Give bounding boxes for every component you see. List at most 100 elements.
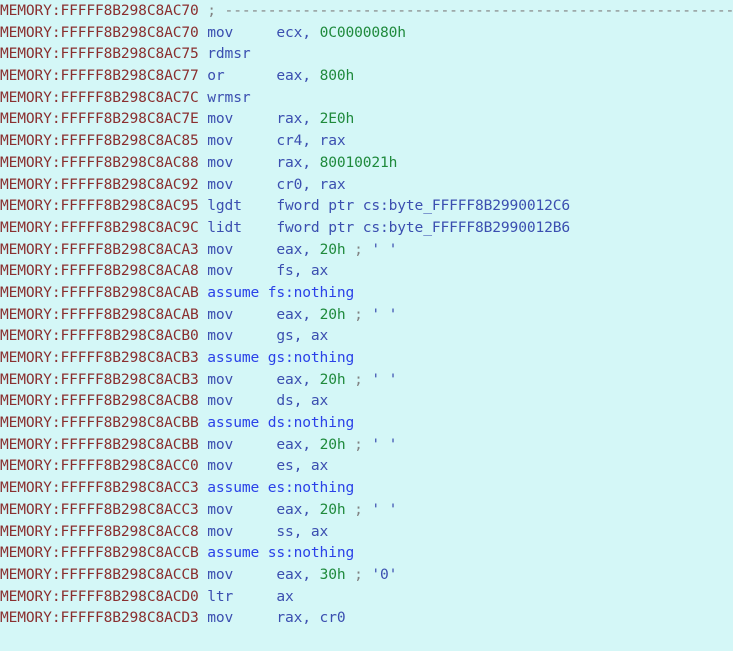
instruction-operands[interactable]: eax,	[276, 306, 319, 323]
line-address: MEMORY:FFFFF8B298C8ACC3	[0, 500, 208, 518]
instruction-operands[interactable]: eax,	[276, 436, 319, 453]
immediate-value[interactable]: 30h	[320, 566, 346, 583]
instruction-mnemonic[interactable]: mov	[207, 306, 276, 323]
disassembly-line[interactable]: MEMORY:FFFFF8B298C8ACBB mov eax, 20h ; '…	[0, 434, 733, 456]
instruction-mnemonic[interactable]: ltr	[207, 588, 276, 605]
disassembly-line[interactable]: MEMORY:FFFFF8B298C8ACC0 mov es, ax	[0, 455, 733, 477]
disassembly-line[interactable]: MEMORY:FFFFF8B298C8ACA8 mov fs, ax	[0, 260, 733, 282]
disassembly-line[interactable]: MEMORY:FFFFF8B298C8ACB3 assume gs:nothin…	[0, 347, 733, 369]
line-address: MEMORY:FFFFF8B298C8ACAB	[0, 305, 208, 323]
assume-directive: assume ds:nothing	[207, 414, 355, 432]
instruction-mnemonic[interactable]: mov	[207, 371, 276, 388]
instruction-mnemonic[interactable]: mov	[207, 436, 276, 453]
disassembly-line[interactable]: MEMORY:FFFFF8B298C8AC70 mov ecx, 0C00000…	[0, 22, 733, 44]
disassembly-line[interactable]: MEMORY:FFFFF8B298C8ACAB mov eax, 20h ; '…	[0, 304, 733, 326]
instruction-operands[interactable]: ds, ax	[276, 392, 328, 409]
instruction-mnemonic[interactable]: lgdt	[207, 197, 276, 214]
instruction-operands[interactable]: eax,	[276, 501, 319, 518]
instruction-operands[interactable]: rax, cr0	[276, 609, 345, 626]
instruction-operands[interactable]: es, ax	[276, 457, 328, 474]
inline-comment-marker: ;	[345, 565, 372, 583]
instruction-mnemonic[interactable]: mov	[207, 24, 276, 41]
disassembly-line[interactable]: MEMORY:FFFFF8B298C8AC7C wrmsr	[0, 87, 733, 109]
disassembly-line[interactable]: MEMORY:FFFFF8B298C8ACB8 mov ds, ax	[0, 390, 733, 412]
disassembly-line[interactable]: MEMORY:FFFFF8B298C8ACC8 mov ss, ax	[0, 521, 733, 543]
disassembly-line[interactable]: MEMORY:FFFFF8B298C8ACCB mov eax, 30h ; '…	[0, 564, 733, 586]
immediate-value[interactable]: 20h	[320, 306, 346, 323]
instruction-operands[interactable]: ax	[276, 588, 293, 605]
instruction-mnemonic[interactable]: mov	[207, 327, 276, 344]
disassembly-line[interactable]: MEMORY:FFFFF8B298C8ACCB assume ss:nothin…	[0, 542, 733, 564]
disassembly-line[interactable]: MEMORY:FFFFF8B298C8AC85 mov cr4, rax	[0, 130, 733, 152]
instruction-mnemonic[interactable]: or	[207, 67, 276, 84]
instruction-mnemonic[interactable]: mov	[207, 457, 276, 474]
instruction-operands[interactable]: eax,	[276, 371, 319, 388]
disassembly-line[interactable]: MEMORY:FFFFF8B298C8ACD3 mov rax, cr0	[0, 607, 733, 629]
disassembly-line[interactable]: MEMORY:FFFFF8B298C8ACC3 mov eax, 20h ; '…	[0, 499, 733, 521]
line-comment: ; --------------------------------------…	[207, 2, 733, 19]
disassembly-line[interactable]: MEMORY:FFFFF8B298C8ACD0 ltr ax	[0, 586, 733, 608]
inline-comment-char: ' '	[371, 305, 398, 323]
instruction-mnemonic[interactable]: mov	[207, 176, 276, 193]
line-address: MEMORY:FFFFF8B298C8ACAB	[0, 283, 208, 301]
immediate-value[interactable]: 20h	[320, 501, 346, 518]
instruction-mnemonic[interactable]: wrmsr	[207, 89, 276, 106]
instruction-mnemonic[interactable]: mov	[207, 132, 276, 149]
instruction-operands[interactable]: rax,	[276, 154, 319, 171]
instruction-mnemonic[interactable]: mov	[207, 566, 276, 583]
immediate-value[interactable]: 20h	[320, 436, 346, 453]
inline-comment-marker: ;	[345, 370, 372, 388]
line-address: MEMORY:FFFFF8B298C8AC85	[0, 132, 208, 150]
line-address: MEMORY:FFFFF8B298C8AC77	[0, 67, 208, 85]
disassembly-line[interactable]: MEMORY:FFFFF8B298C8AC9C lidt fword ptr c…	[0, 217, 733, 239]
immediate-value[interactable]: 2E0h	[320, 110, 355, 127]
instruction-operands[interactable]: rax,	[276, 110, 319, 127]
inline-comment-marker: ;	[345, 500, 372, 518]
instruction-operands[interactable]: cr4, rax	[276, 132, 345, 149]
instruction-operands[interactable]: eax,	[276, 566, 319, 583]
instruction-operands[interactable]: eax,	[276, 67, 319, 84]
line-address: MEMORY:FFFFF8B298C8AC92	[0, 175, 208, 193]
instruction-mnemonic[interactable]: mov	[207, 609, 276, 626]
instruction-operands[interactable]: fword ptr cs:byte_FFFFF8B2990012C6	[276, 197, 570, 214]
disassembly-line[interactable]: MEMORY:FFFFF8B298C8ACA3 mov eax, 20h ; '…	[0, 239, 733, 261]
instruction-operands[interactable]: gs, ax	[276, 327, 328, 344]
disassembly-line[interactable]: MEMORY:FFFFF8B298C8AC75 rdmsr	[0, 43, 733, 65]
disassembly-line[interactable]: MEMORY:FFFFF8B298C8AC70 ; --------------…	[0, 0, 733, 22]
immediate-value[interactable]: 0C0000080h	[320, 24, 407, 41]
line-address: MEMORY:FFFFF8B298C8AC95	[0, 197, 208, 215]
immediate-value[interactable]: 20h	[320, 371, 346, 388]
disassembly-line[interactable]: MEMORY:FFFFF8B298C8ACB0 mov gs, ax	[0, 325, 733, 347]
instruction-mnemonic[interactable]: mov	[207, 523, 276, 540]
instruction-operands[interactable]: ecx,	[276, 24, 319, 41]
immediate-value[interactable]: 800h	[320, 67, 355, 84]
immediate-value[interactable]: 20h	[320, 241, 346, 258]
disassembly-line[interactable]: MEMORY:FFFFF8B298C8AC7E mov rax, 2E0h	[0, 108, 733, 130]
line-address: MEMORY:FFFFF8B298C8AC70	[0, 23, 208, 41]
instruction-mnemonic[interactable]: mov	[207, 241, 276, 258]
instruction-mnemonic[interactable]: mov	[207, 392, 276, 409]
disassembly-listing[interactable]: MEMORY:FFFFF8B298C8AC70 ; --------------…	[0, 0, 733, 651]
disassembly-line[interactable]: MEMORY:FFFFF8B298C8AC92 mov cr0, rax	[0, 174, 733, 196]
instruction-mnemonic[interactable]: mov	[207, 501, 276, 518]
line-address: MEMORY:FFFFF8B298C8AC88	[0, 153, 208, 171]
disassembly-line[interactable]: MEMORY:FFFFF8B298C8ACB3 mov eax, 20h ; '…	[0, 369, 733, 391]
immediate-value[interactable]: 80010021h	[320, 154, 398, 171]
instruction-mnemonic[interactable]: rdmsr	[207, 45, 276, 62]
instruction-mnemonic[interactable]: mov	[207, 262, 276, 279]
disassembly-line[interactable]: MEMORY:FFFFF8B298C8ACAB assume fs:nothin…	[0, 282, 733, 304]
instruction-operands[interactable]: eax,	[276, 241, 319, 258]
instruction-operands[interactable]: fword ptr cs:byte_FFFFF8B2990012B6	[276, 219, 570, 236]
disassembly-line[interactable]: MEMORY:FFFFF8B298C8ACC3 assume es:nothin…	[0, 477, 733, 499]
instruction-operands[interactable]: fs, ax	[276, 262, 328, 279]
instruction-operands[interactable]: ss, ax	[276, 523, 328, 540]
instruction-mnemonic[interactable]: mov	[207, 154, 276, 171]
disassembly-line[interactable]: MEMORY:FFFFF8B298C8AC88 mov rax, 8001002…	[0, 152, 733, 174]
instruction-operands[interactable]: cr0, rax	[276, 176, 345, 193]
instruction-mnemonic[interactable]: mov	[207, 110, 276, 127]
disassembly-line[interactable]: MEMORY:FFFFF8B298C8AC77 or eax, 800h	[0, 65, 733, 87]
disassembly-line[interactable]: MEMORY:FFFFF8B298C8ACBB assume ds:nothin…	[0, 412, 733, 434]
disassembly-line[interactable]: MEMORY:FFFFF8B298C8AC95 lgdt fword ptr c…	[0, 195, 733, 217]
line-address: MEMORY:FFFFF8B298C8ACA3	[0, 240, 208, 258]
instruction-mnemonic[interactable]: lidt	[207, 219, 276, 236]
